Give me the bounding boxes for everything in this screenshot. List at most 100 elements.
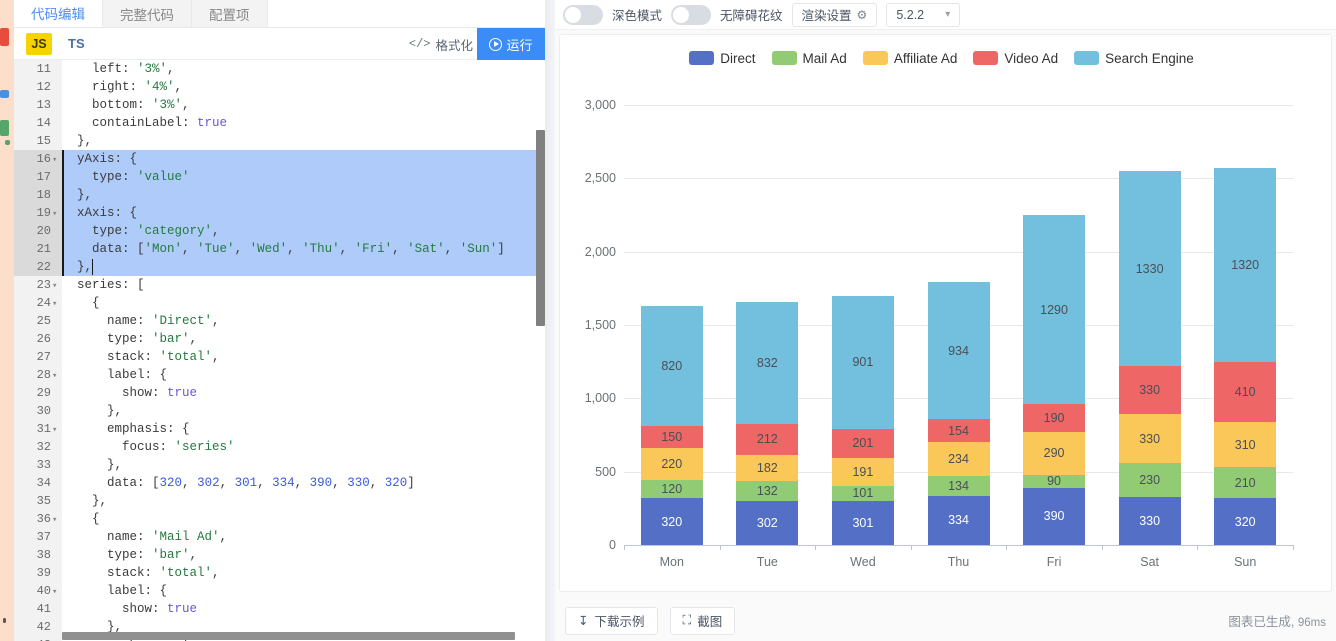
code-text[interactable]: focus: 'series' <box>62 438 545 456</box>
fold-arrow-icon[interactable]: ▾ <box>52 421 57 439</box>
code-text[interactable]: containLabel: true <box>62 114 545 132</box>
code-text[interactable]: show: true <box>62 600 545 618</box>
render-settings-button[interactable]: 渲染设置 ⚙ <box>791 2 878 27</box>
bar-segment[interactable]: 90 <box>1023 474 1086 488</box>
bar-segment[interactable]: 320 <box>640 498 703 545</box>
bar-segment[interactable]: 182 <box>736 454 799 482</box>
code-text[interactable]: yAxis: { <box>62 150 545 168</box>
code-text[interactable]: show: true <box>62 384 545 402</box>
code-line[interactable]: 28 ▾ label: { <box>14 366 545 384</box>
code-line[interactable]: 32 focus: 'series' <box>14 438 545 456</box>
lang-js-chip[interactable]: JS <box>26 32 52 55</box>
code-line[interactable]: 15 }, <box>14 132 545 150</box>
code-editor[interactable]: 11 left: '3%', 12 right: '4%', 13 bottom: … <box>14 60 545 641</box>
bar-segment[interactable]: 410 <box>1214 361 1277 422</box>
code-text[interactable]: series: [ <box>62 276 545 294</box>
bar-segment[interactable]: 390 <box>1023 487 1086 545</box>
format-button[interactable]: </> 格式化 <box>409 28 473 60</box>
bar-segment[interactable]: 191 <box>831 458 894 487</box>
bar-segment[interactable]: 150 <box>640 426 703 449</box>
bar-segment[interactable]: 210 <box>1214 467 1277 499</box>
fold-arrow-icon[interactable]: ▾ <box>52 367 57 385</box>
sidebar-icon-green-small[interactable] <box>5 140 10 145</box>
bar-segment[interactable]: 832 <box>736 301 799 424</box>
code-text[interactable]: data: ['Mon', 'Tue', 'Wed', 'Thu', 'Fri'… <box>62 240 545 258</box>
code-line[interactable]: 34 data: [320, 302, 301, 334, 390, 330, … <box>14 474 545 492</box>
code-line[interactable]: 16 ▾ yAxis: { <box>14 150 545 168</box>
code-line[interactable]: 26 type: 'bar', <box>14 330 545 348</box>
code-text[interactable]: stack: 'total', <box>62 564 545 582</box>
code-text[interactable]: label: { <box>62 366 545 384</box>
bar-segment[interactable]: 154 <box>927 419 990 443</box>
bar-segment[interactable]: 820 <box>640 305 703 427</box>
sidebar-icon-blue[interactable] <box>0 90 9 98</box>
tab-code-edit[interactable]: 代码编辑 <box>14 0 103 27</box>
bar-segment[interactable]: 201 <box>831 428 894 458</box>
bar-segment[interactable]: 134 <box>927 476 990 496</box>
bar-segment[interactable]: 234 <box>927 442 990 477</box>
code-line[interactable]: 25 name: 'Direct', <box>14 312 545 330</box>
code-line[interactable]: 29 show: true <box>14 384 545 402</box>
code-text[interactable]: label: { <box>62 582 545 600</box>
code-text[interactable]: type: 'value' <box>62 168 545 186</box>
code-text[interactable]: left: '3%', <box>62 60 545 78</box>
code-text[interactable]: type: 'category', <box>62 222 545 240</box>
bar-segment[interactable]: 934 <box>927 282 990 420</box>
code-line[interactable]: 12 right: '4%', <box>14 78 545 96</box>
code-line[interactable]: 37 name: 'Mail Ad', <box>14 528 545 546</box>
code-line[interactable]: 21 data: ['Mon', 'Tue', 'Wed', 'Thu', 'F… <box>14 240 545 258</box>
tab-options[interactable]: 配置项 <box>192 0 268 27</box>
bar-segment[interactable]: 301 <box>831 500 894 545</box>
bar-segment[interactable]: 1330 <box>1118 171 1181 367</box>
accessibility-pattern-toggle[interactable] <box>671 4 712 25</box>
code-text[interactable]: type: 'bar', <box>62 330 545 348</box>
bar-segment[interactable]: 1290 <box>1023 215 1086 405</box>
code-line[interactable]: 11 left: '3%', <box>14 60 545 78</box>
version-select[interactable]: 5.2.2 ▾ <box>886 2 961 27</box>
code-line[interactable]: 35 }, <box>14 492 545 510</box>
code-line[interactable]: 22 }, <box>14 258 545 276</box>
bar-segment[interactable]: 330 <box>1118 414 1181 463</box>
code-text[interactable]: }, <box>62 492 545 510</box>
code-text[interactable]: bottom: '3%', <box>62 96 545 114</box>
bar-segment[interactable]: 1320 <box>1214 168 1277 362</box>
lang-ts-chip[interactable]: TS <box>68 36 85 51</box>
fold-arrow-icon[interactable]: ▾ <box>52 277 57 295</box>
bar-segment[interactable]: 334 <box>927 496 990 545</box>
bar-segment[interactable]: 132 <box>736 481 799 501</box>
download-example-button[interactable]: ↧ 下载示例 <box>565 606 658 635</box>
code-text[interactable]: right: '4%', <box>62 78 545 96</box>
screenshot-button[interactable]: ⛶ 截图 <box>669 606 736 635</box>
code-text[interactable]: type: 'bar', <box>62 546 545 564</box>
editor-horizontal-scrollbar[interactable] <box>62 632 515 640</box>
code-text[interactable]: data: [320, 302, 301, 334, 390, 330, 320… <box>62 474 545 492</box>
bar-segment[interactable]: 212 <box>736 423 799 455</box>
editor-vertical-scrollbar[interactable] <box>536 130 545 326</box>
code-line[interactable]: 38 type: 'bar', <box>14 546 545 564</box>
pane-splitter[interactable] <box>545 0 555 641</box>
code-text[interactable]: }, <box>62 186 545 204</box>
sidebar-icon-red[interactable] <box>0 28 9 46</box>
code-line[interactable]: 33 }, <box>14 456 545 474</box>
sidebar-icon-green[interactable] <box>0 120 9 136</box>
bar-segment[interactable]: 330 <box>1118 496 1181 545</box>
code-lines[interactable]: 11 left: '3%', 12 right: '4%', 13 bottom: … <box>14 60 545 641</box>
code-text[interactable]: emphasis: { <box>62 420 545 438</box>
code-line[interactable]: 39 stack: 'total', <box>14 564 545 582</box>
code-text[interactable]: name: 'Mail Ad', <box>62 528 545 546</box>
run-button[interactable]: 运行 <box>477 28 545 60</box>
code-text[interactable]: name: 'Direct', <box>62 312 545 330</box>
bar-segment[interactable]: 310 <box>1214 421 1277 468</box>
dark-mode-toggle[interactable] <box>563 4 603 25</box>
code-line[interactable]: 14 containLabel: true <box>14 114 545 132</box>
fold-arrow-icon[interactable]: ▾ <box>52 583 57 601</box>
code-line[interactable]: 41 show: true <box>14 600 545 618</box>
code-line[interactable]: 19 ▾ xAxis: { <box>14 204 545 222</box>
code-text[interactable]: }, <box>62 456 545 474</box>
bar-segment[interactable]: 230 <box>1118 462 1181 497</box>
bar-segment[interactable]: 220 <box>640 448 703 481</box>
bar-segment[interactable]: 302 <box>736 500 799 545</box>
fold-arrow-icon[interactable]: ▾ <box>52 295 57 313</box>
code-text[interactable]: stack: 'total', <box>62 348 545 366</box>
code-line[interactable]: 20 type: 'category', <box>14 222 545 240</box>
